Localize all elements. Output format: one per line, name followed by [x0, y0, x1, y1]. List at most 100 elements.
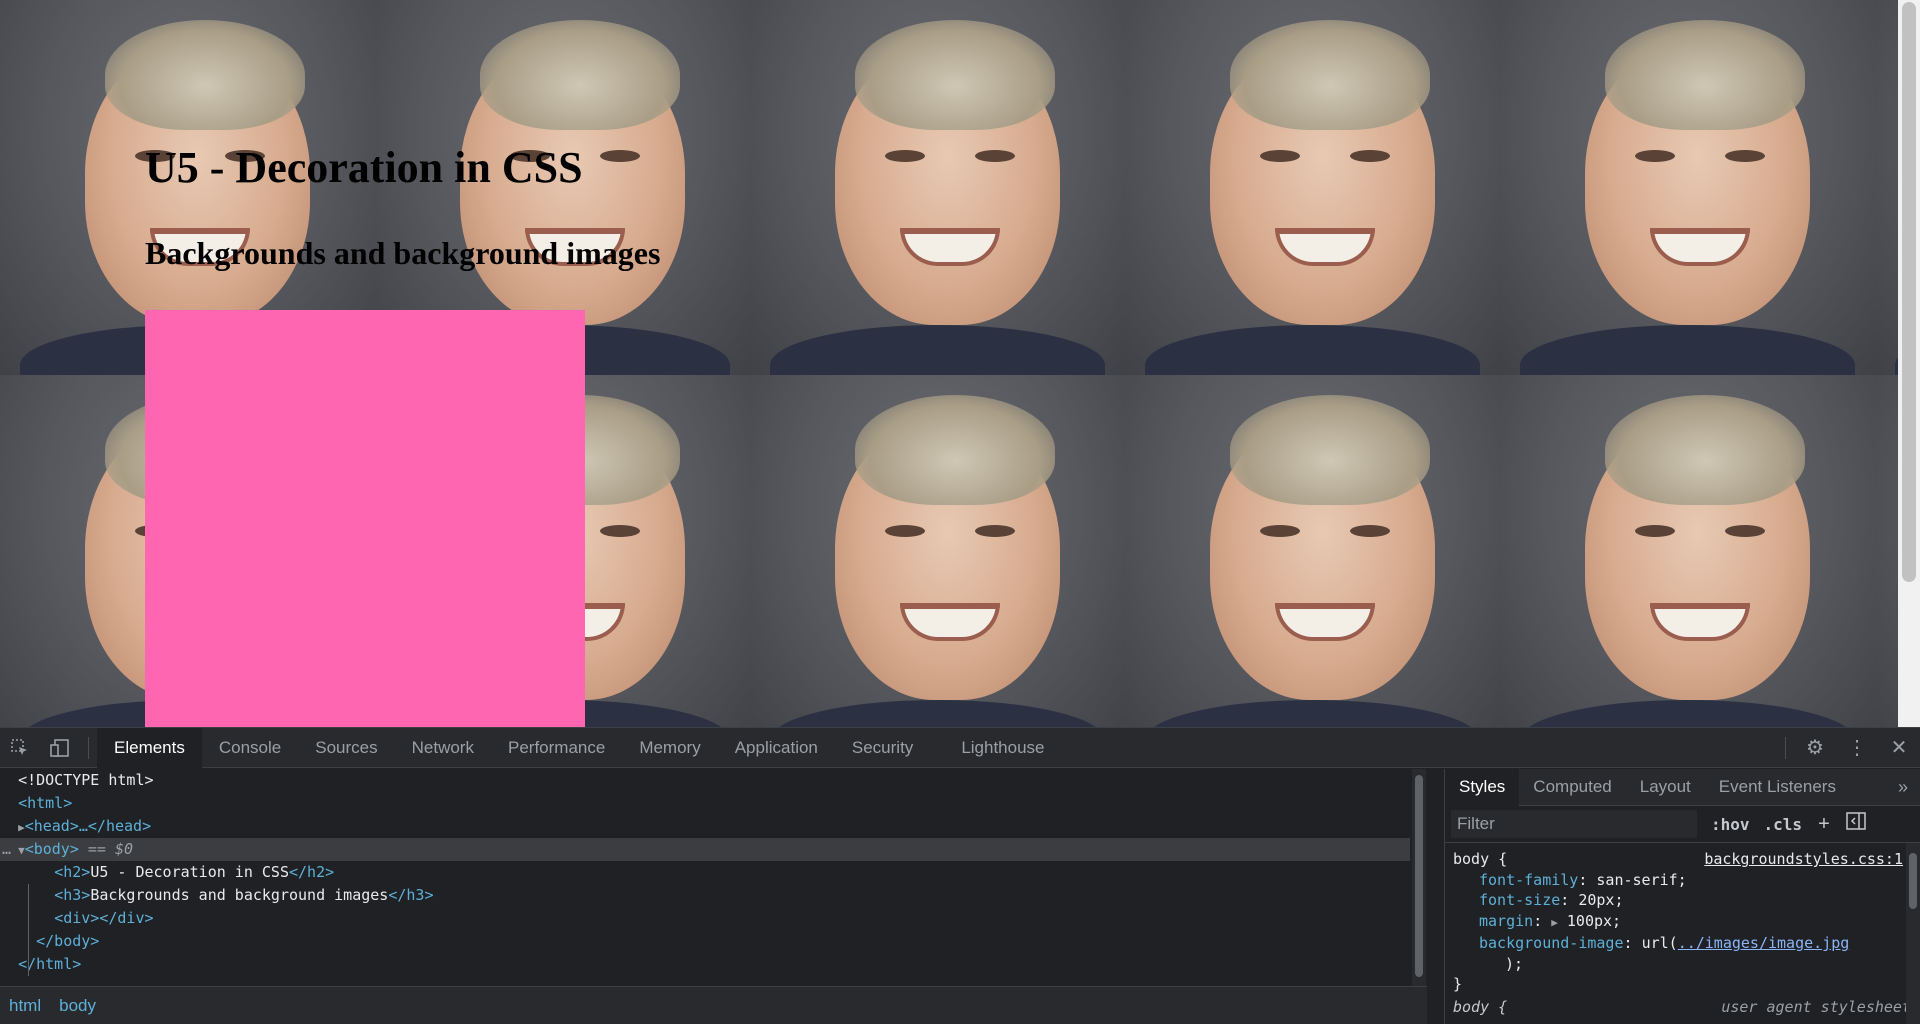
tab-performance[interactable]: Performance [491, 728, 622, 768]
dom-line-html-close[interactable]: </html> [0, 953, 1410, 976]
dom-line-h2[interactable]: <h2>U5 - Decoration in CSS</h2> [0, 861, 1410, 884]
inspect-element-icon[interactable] [0, 728, 40, 768]
div-node: <div></div> [54, 909, 154, 927]
background-portrait-tile [1500, 0, 1875, 375]
background-portrait-tile [750, 375, 1125, 727]
tab-layout[interactable]: Layout [1626, 769, 1705, 806]
new-rule-plus-icon[interactable]: + [1818, 813, 1830, 836]
indent-guide [28, 884, 29, 976]
dom-line-h3[interactable]: <h3>Backgrounds and background images</h… [0, 884, 1410, 907]
toolbar-separator [88, 736, 89, 759]
tab-console[interactable]: Console [202, 728, 298, 768]
elements-scrollbar-thumb[interactable] [1415, 775, 1423, 977]
dom-line-doctype[interactable]: <!DOCTYPE html> [0, 769, 1410, 792]
ua-rule-selector[interactable]: body { [1453, 998, 1507, 1016]
more-tabs-chevron-icon[interactable]: » [1898, 777, 1920, 798]
h2-close-tag: </h2> [289, 863, 335, 881]
settings-gear-icon[interactable]: ⚙ [1794, 728, 1836, 768]
h3-open-tag: <h3> [54, 886, 91, 904]
hover-state-toggle[interactable]: :hov [1711, 815, 1750, 834]
property-value: san-serif; [1596, 870, 1687, 889]
dom-line-body-close[interactable]: </body> [0, 930, 1410, 953]
ua-stylesheet-label: user agent stylesheet [1721, 998, 1911, 1016]
elements-scrollbar[interactable] [1412, 769, 1426, 986]
collapse-triangle-icon[interactable]: ▼ [18, 844, 25, 857]
styles-scrollbar[interactable] [1906, 843, 1920, 1024]
h2-open-tag: <h2> [54, 863, 91, 881]
property-name: font-size [1479, 891, 1561, 909]
expand-triangle-icon[interactable]: ▶ [1551, 916, 1558, 929]
property-value-prefix: url( [1641, 934, 1678, 952]
styles-scrollbar-thumb[interactable] [1909, 853, 1917, 909]
close-icon[interactable]: ✕ [1878, 728, 1920, 768]
more-options-icon[interactable]: ⋮ [1836, 728, 1878, 768]
page-viewport: U5 - Decoration in CSS Backgrounds and b… [0, 0, 1920, 727]
elements-panel: <!DOCTYPE html> <html> ▶<head>…</head> …… [0, 769, 1427, 1024]
ellipsis-icon[interactable]: … [2, 838, 11, 861]
breadcrumb-html[interactable]: html [0, 996, 50, 1016]
pink-div-box [145, 310, 585, 727]
h3-close-tag: </h3> [388, 886, 434, 904]
page-scrollbar-thumb[interactable] [1902, 2, 1916, 582]
devtools-panel: Elements Console Sources Network Perform… [0, 727, 1920, 1024]
tab-computed[interactable]: Computed [1519, 769, 1625, 806]
toggle-sidebar-icon[interactable] [1846, 812, 1866, 836]
page-scrollbar[interactable] [1898, 0, 1920, 727]
css-property-margin[interactable]: margin: ▶ 100px; [1453, 911, 1895, 934]
user-agent-rule: body { user agent stylesheet [1453, 998, 1911, 1016]
tab-lighthouse[interactable]: Lighthouse [944, 728, 1061, 768]
page-heading: U5 - Decoration in CSS [145, 143, 583, 192]
dom-line-head[interactable]: ▶<head>…</head> [0, 815, 1410, 838]
css-property-font-family[interactable]: font-family: san-serif; [1453, 870, 1895, 891]
dom-line-div[interactable]: <div></div> [0, 907, 1410, 930]
expand-triangle-icon[interactable]: ▶ [18, 821, 25, 834]
dom-line-html[interactable]: <html> [0, 792, 1410, 815]
devtools-toolbar: Elements Console Sources Network Perform… [0, 727, 1920, 768]
tab-security[interactable]: Security [835, 728, 930, 768]
styles-filter-input[interactable] [1451, 810, 1697, 838]
breadcrumb-body[interactable]: body [50, 996, 105, 1016]
background-portrait-tile [750, 0, 1125, 375]
property-name: margin [1479, 911, 1534, 930]
tab-styles[interactable]: Styles [1445, 768, 1520, 806]
doctype-node: <!DOCTYPE html> [18, 771, 154, 789]
device-toggle-icon[interactable] [40, 728, 80, 768]
body-open-tag: <body> [24, 840, 79, 858]
background-portrait-tile [1500, 375, 1875, 727]
property-value: 100px; [1566, 911, 1622, 930]
h3-text: Backgrounds and background images [90, 886, 389, 904]
rule-source-link[interactable]: backgroundstyles.css:1 [1704, 849, 1903, 870]
tab-sources[interactable]: Sources [298, 728, 394, 768]
css-rule-body: body { backgroundstyles.css:1 font-famil… [1445, 843, 1903, 1001]
page-subheading: Backgrounds and background images [145, 235, 661, 271]
property-value: 20px; [1578, 891, 1624, 909]
property-value-suffix: ); [1505, 954, 1524, 973]
styles-pane: Styles Computed Layout Event Listeners »… [1444, 768, 1920, 1024]
css-property-background-image[interactable]: background-image: url(../images/image.jp… [1453, 933, 1895, 954]
styles-tabbar: Styles Computed Layout Event Listeners » [1445, 768, 1920, 806]
tab-application[interactable]: Application [718, 728, 835, 768]
property-name: font-family [1479, 870, 1579, 889]
rule-close-brace: } [1453, 975, 1463, 993]
css-property-font-size[interactable]: font-size: 20px; [1453, 890, 1895, 911]
property-name: background-image [1479, 934, 1624, 952]
selected-node-marker: == $0 [87, 840, 134, 858]
devtools-right-controls: ⚙ ⋮ ✕ [1777, 728, 1920, 768]
breadcrumb: html body [0, 986, 1427, 1024]
css-property-continuation: ); [1453, 954, 1895, 975]
styles-filter-bar: :hov .cls + [1445, 806, 1920, 843]
class-toggle[interactable]: .cls [1764, 815, 1803, 834]
tab-event-listeners[interactable]: Event Listeners [1705, 769, 1850, 806]
body-close-tag: </body> [36, 932, 100, 950]
tab-memory[interactable]: Memory [622, 728, 717, 768]
background-portrait-tile [1125, 375, 1500, 727]
tab-network[interactable]: Network [395, 728, 491, 768]
toolbar-separator [1785, 736, 1786, 759]
tab-elements[interactable]: Elements [97, 727, 202, 768]
h2-text: U5 - Decoration in CSS [90, 863, 289, 881]
image-url-link[interactable]: ../images/image.jpg [1678, 934, 1850, 952]
html-open-tag: <html> [18, 794, 73, 812]
head-collapsed-node: <head>…</head> [24, 817, 152, 835]
dom-line-body-selected[interactable]: … ▼<body> == $0 [0, 838, 1410, 861]
background-portrait-tile [1125, 0, 1500, 375]
